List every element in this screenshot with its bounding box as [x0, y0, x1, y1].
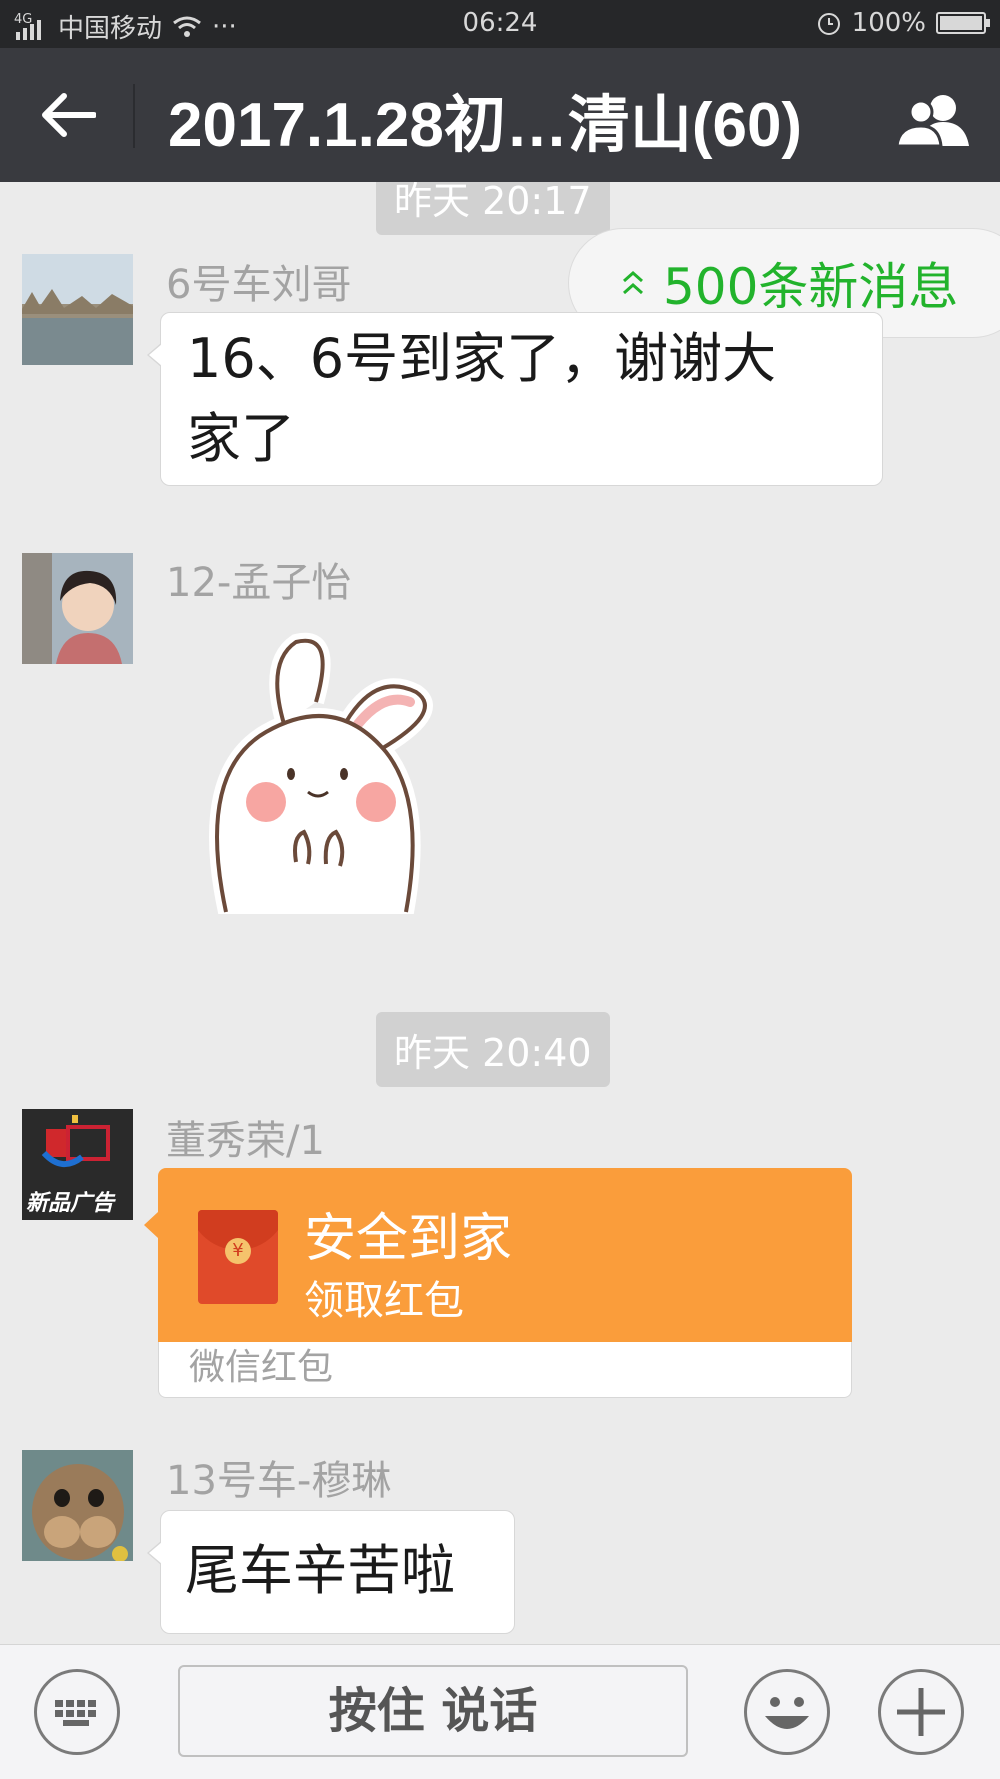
red-packet-card[interactable]: ¥ 安全到家 领取红包 微信红包 [144, 1168, 852, 1398]
alarm-icon [817, 13, 840, 35]
time-separator: 昨天 20:17 [376, 182, 610, 235]
keyboard-button[interactable] [34, 1669, 120, 1755]
plus-icon [897, 1688, 945, 1736]
red-envelope-icon: ¥ [198, 1210, 278, 1304]
nav-divider [133, 84, 135, 148]
message-bubble[interactable]: 16、6号到家了，谢谢大 家了 [147, 312, 883, 486]
avatar[interactable]: 新品广告 [22, 1109, 133, 1220]
message-bubble[interactable]: 尾车辛苦啦 [147, 1510, 515, 1634]
chat-header: 2017.1.28初…清山(60) [0, 48, 1000, 182]
avatar[interactable] [22, 553, 133, 664]
battery-icon [936, 12, 990, 34]
avatar[interactable] [22, 1450, 133, 1561]
battery-percent: 100% [851, 8, 926, 38]
input-bar: 按住 说话 [0, 1644, 1000, 1779]
new-messages-label: 500条新消息 [663, 258, 959, 316]
message-text: 尾车辛苦啦 [185, 1539, 455, 1602]
red-packet-action: 领取红包 [304, 1278, 464, 1324]
avatar[interactable] [22, 254, 133, 365]
time-separator: 昨天 20:40 [376, 1012, 610, 1087]
keyboard-icon [55, 1700, 96, 1726]
message-text: 16、6号到家了，谢谢大 [187, 327, 777, 390]
sender-name: 董秀荣/1 [166, 1118, 325, 1164]
status-bar: 4G 中国移动 ··· 06:24 100% [0, 0, 1000, 48]
bunny-sticker[interactable] [196, 632, 466, 914]
emoji-icon [765, 1697, 809, 1729]
sender-name: 12-孟子怡 [166, 560, 352, 606]
emoji-button[interactable] [744, 1669, 830, 1755]
avatar-text: 新品广告 [26, 1191, 115, 1216]
plus-button[interactable] [878, 1669, 964, 1755]
chat-title: 2017.1.28初…清山(60) [168, 91, 803, 160]
sender-name: 13号车-穆琳 [166, 1458, 392, 1504]
chat-area[interactable]: 昨天 20:17 500条新消息 6号车刘哥 16、6号到家了，谢谢大 家了 1… [0, 182, 1000, 1644]
hold-to-talk-button[interactable]: 按住 说话 [178, 1665, 688, 1757]
message-text: 家了 [187, 407, 295, 470]
red-packet-title: 安全到家 [304, 1209, 513, 1269]
sender-name: 6号车刘哥 [166, 262, 352, 308]
double-chevron-up-icon [623, 270, 643, 295]
red-packet-footer: 微信红包 [158, 1342, 852, 1398]
group-members-icon[interactable] [893, 92, 973, 148]
arrow-left-icon[interactable] [40, 92, 96, 138]
